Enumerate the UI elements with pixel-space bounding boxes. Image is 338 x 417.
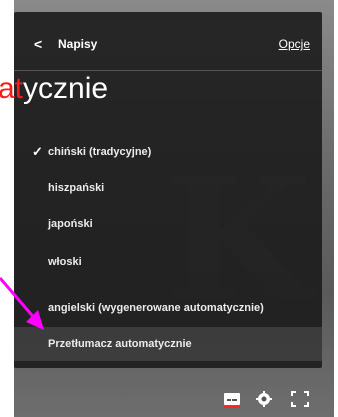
menu-title: Napisy <box>58 37 98 51</box>
gear-icon[interactable] <box>254 390 274 408</box>
menu-item-italian[interactable]: włoski <box>14 246 322 278</box>
player-controls <box>14 368 334 417</box>
menu-item-label: angielski (wygenerowane automatycznie) <box>48 302 264 314</box>
overlay-caption-tail: ycznie <box>23 72 109 105</box>
subtitles-icon[interactable] <box>222 390 242 408</box>
menu-item-label: Przetłumacz automatycznie <box>48 338 192 350</box>
screenshot: K < Napisy Opcje ✓ chiński (tradycyjne) … <box>0 0 338 417</box>
check-icon: ✓ <box>32 144 43 159</box>
menu-item-label: włoski <box>48 256 82 268</box>
menu-item-label: hiszpański <box>48 182 105 194</box>
back-button[interactable]: < <box>34 36 42 52</box>
menu-header: < Napisy Opcje <box>14 12 322 71</box>
menu-item-auto-translate[interactable]: Przetłumacz automatycznie <box>14 327 322 361</box>
subtitles-menu: < Napisy Opcje ✓ chiński (tradycyjne) hi… <box>14 12 322 368</box>
options-link[interactable]: Opcje <box>279 37 310 51</box>
overlay-caption: atycznie <box>0 72 108 106</box>
menu-item-label: chiński (tradycyjne) <box>48 146 152 158</box>
menu-item-english-auto[interactable]: angielski (wygenerowane automatycznie) <box>14 292 322 324</box>
menu-item-japanese[interactable]: japoński <box>14 208 322 240</box>
menu-item-chinese-traditional[interactable]: ✓ chiński (tradycyjne) <box>14 136 322 168</box>
menu-item-spanish[interactable]: hiszpański <box>14 172 322 204</box>
menu-item-label: japoński <box>48 218 93 230</box>
fullscreen-icon[interactable] <box>290 390 310 408</box>
overlay-caption-red: at <box>0 72 24 105</box>
